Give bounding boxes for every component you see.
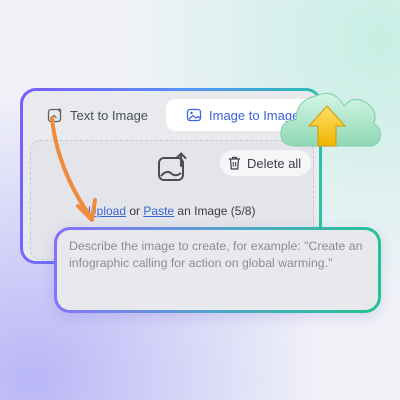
paste-link[interactable]: Paste	[143, 204, 174, 218]
prompt-textarea[interactable]: Describe the image to create, for exampl…	[57, 230, 378, 310]
prompt-card: Describe the image to create, for exampl…	[54, 227, 381, 313]
upload-link[interactable]: Upload	[88, 204, 126, 218]
or-text: or	[129, 204, 141, 218]
image-count-text: an Image (5/8)	[177, 204, 256, 218]
image-upload-icon	[158, 152, 187, 181]
upload-instructions: Upload or Paste an Image (5/8)	[88, 204, 255, 218]
cloud-upload-icon	[280, 93, 381, 147]
trash-icon	[229, 156, 240, 170]
